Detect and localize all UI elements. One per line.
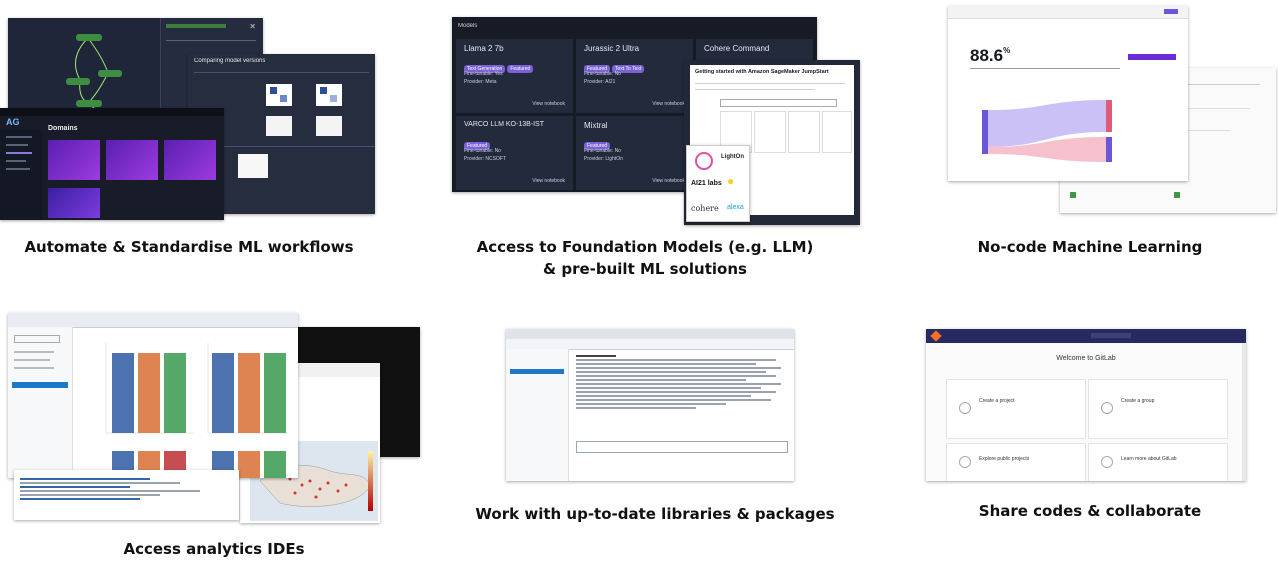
gitlab-logo-icon xyxy=(930,330,942,342)
sankey-diagram xyxy=(982,100,1112,162)
view-notebook-link[interactable]: View notebook xyxy=(532,178,565,184)
model-card[interactable]: VARCO LLM KO-13B-IST Featured Fine-tunab… xyxy=(456,116,573,190)
domain-card[interactable] xyxy=(164,140,216,180)
hugging-face-icon: ● xyxy=(727,174,735,188)
project-icon xyxy=(959,402,971,414)
tile-analytics-ides xyxy=(0,305,425,530)
caption-no-code-ml: No-code Machine Learning xyxy=(977,238,1203,256)
automl-window: 88.6% xyxy=(948,6,1188,181)
confusion-matrix xyxy=(266,84,292,106)
model-meta: Fine-tunable: Yes xyxy=(464,71,503,77)
file-browser xyxy=(8,327,73,478)
close-icon[interactable]: ✕ xyxy=(249,22,256,31)
view-notebook-link[interactable]: View notebook xyxy=(652,178,685,184)
model-title: Llama 2 7b xyxy=(464,44,504,53)
model-card[interactable]: Jurassic 2 Ultra Featured Text To Text Fi… xyxy=(576,39,693,113)
tile-foundation-models: Models Llama 2 7b Text Generation Feature… xyxy=(448,15,868,230)
search-input[interactable] xyxy=(1091,333,1131,338)
scrollbar[interactable] xyxy=(1242,343,1246,481)
code-editor xyxy=(14,470,239,520)
metric-value: 88.6% xyxy=(970,46,1011,65)
action-card[interactable]: Learn more about GitLab xyxy=(1088,443,1228,481)
domains-title: Domains xyxy=(48,125,78,132)
tile-libraries xyxy=(500,325,800,490)
selected-file[interactable] xyxy=(12,382,68,388)
model-card[interactable]: Mixtral Featured Fine-tunable: No Provid… xyxy=(576,116,693,190)
notebook-output xyxy=(576,353,786,411)
learn-icon xyxy=(1101,456,1113,468)
model-meta: Fine-tunable: No xyxy=(584,148,621,154)
sidebar xyxy=(0,130,42,220)
search-input[interactable] xyxy=(14,335,60,343)
cohere-logo: cohere xyxy=(691,204,719,213)
selected-file[interactable] xyxy=(510,369,564,374)
ai21-logo: AI21 labs xyxy=(691,180,722,187)
domain-card[interactable] xyxy=(48,140,100,180)
caption-foundation-models: Access to Foundation Models (e.g. LLM) &… xyxy=(476,238,814,278)
bar-chart xyxy=(105,343,288,434)
lighton-logo: LightOn xyxy=(721,154,744,160)
caption-libraries: Work with up-to-date libraries & package… xyxy=(475,505,835,523)
action-card[interactable]: Create a project xyxy=(946,379,1086,439)
model-card[interactable]: Llama 2 7b Text Generation Featured Fine-… xyxy=(456,39,573,113)
confusion-matrix xyxy=(316,84,342,106)
alexa-logo: alexa xyxy=(727,204,744,211)
group-icon xyxy=(1101,402,1113,414)
tile-ml-workflows: ✕ Comparing model versions AG Domains xyxy=(0,10,380,225)
jumpstart-title: Getting started with Amazon SageMaker Ju… xyxy=(695,69,829,75)
search-input[interactable] xyxy=(720,99,837,107)
model-title: Mixtral xyxy=(584,121,608,130)
model-meta: Provider: AI21 xyxy=(584,79,616,85)
partner-logos: LightOn AI21 labs ● cohere alexa xyxy=(686,145,750,222)
domain-card[interactable] xyxy=(48,188,100,218)
view-notebook-link[interactable]: View notebook xyxy=(652,101,685,107)
catalog-header: Models xyxy=(458,23,478,29)
welcome-title: Welcome to GitLab xyxy=(1056,355,1116,362)
lighton-icon xyxy=(695,152,713,170)
active-cell[interactable] xyxy=(576,441,788,453)
caption-share-codes: Share codes & collaborate xyxy=(978,502,1202,520)
model-title: Jurassic 2 Ultra xyxy=(584,44,640,53)
view-notebook-link[interactable]: View notebook xyxy=(532,101,565,107)
gitlab-window: Welcome to GitLab Create a project Creat… xyxy=(926,329,1246,481)
domains-window: AG Domains xyxy=(0,108,224,220)
jupyter-window xyxy=(506,329,794,481)
model-meta: Provider: LightOn xyxy=(584,156,623,162)
domain-card[interactable] xyxy=(106,140,158,180)
model-meta: Fine-tunable: No xyxy=(464,148,501,154)
caption-analytics-ides: Access analytics IDEs xyxy=(123,540,305,558)
action-card[interactable]: Create a group xyxy=(1088,379,1228,439)
deploy-button[interactable] xyxy=(1128,54,1176,60)
model-meta: Fine-tunable: No xyxy=(584,71,621,77)
caption-ml-workflows: Automate & Standardise ML workflows xyxy=(24,238,354,256)
tile-share-codes: Welcome to GitLab Create a project Creat… xyxy=(920,325,1250,485)
tile-no-code-ml: 88.6% xyxy=(940,0,1278,225)
file-browser xyxy=(506,349,569,481)
action-card[interactable]: Explore public projects xyxy=(946,443,1086,481)
tag: Featured xyxy=(507,65,534,73)
model-title: VARCO LLM KO-13B-IST xyxy=(464,121,545,128)
notebook-window xyxy=(8,313,298,478)
app-logo: AG xyxy=(6,117,20,127)
explore-icon xyxy=(959,456,971,468)
compare-title: Comparing model versions xyxy=(194,58,266,64)
model-meta: Provider: Meta xyxy=(464,79,497,85)
gitlab-navbar xyxy=(926,329,1246,343)
primary-tab-indicator xyxy=(1164,9,1178,14)
model-meta: Provider: NCSOFT xyxy=(464,156,506,162)
model-title: Cohere Command xyxy=(704,44,770,53)
